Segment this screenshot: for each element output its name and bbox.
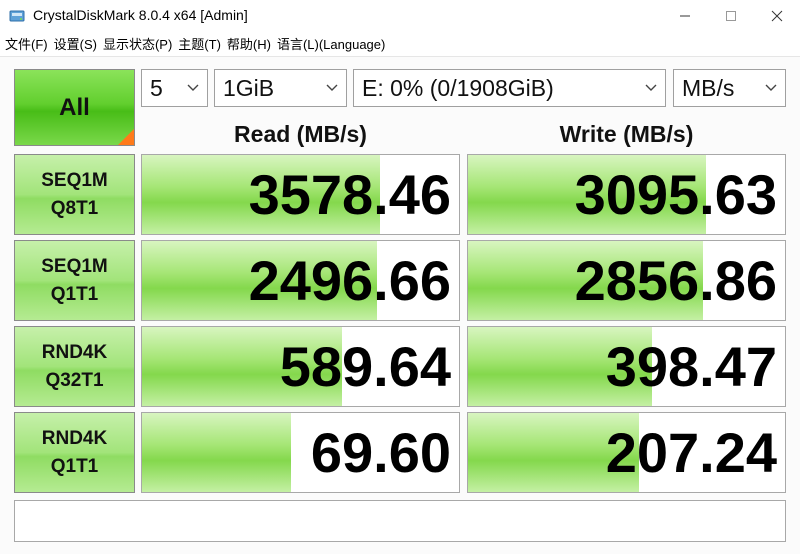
test-params: Q8T1 — [50, 197, 99, 219]
window-title: CrystalDiskMark 8.0.4 x64 [Admin] — [33, 7, 248, 23]
read-value: 3578.46 — [248, 163, 451, 226]
maximize-icon — [726, 10, 736, 21]
seq1m-q8t1-button[interactable]: SEQ1M Q8T1 — [14, 154, 135, 235]
test-name: RND4K — [41, 427, 108, 449]
unit-value: MB/s — [682, 74, 735, 101]
test-size-select[interactable]: 1GiB — [214, 69, 347, 107]
rnd4k-q32t1-button[interactable]: RND4K Q32T1 — [14, 326, 135, 407]
write-value: 398.47 — [605, 335, 777, 398]
read-value: 589.64 — [279, 335, 451, 398]
read-result: 2496.66 — [141, 240, 460, 321]
drive-value: E: 0% (0/1908GiB) — [362, 74, 554, 101]
comment-field[interactable] — [14, 500, 786, 542]
write-value: 3095.63 — [574, 163, 777, 226]
close-icon — [771, 10, 783, 21]
close-button[interactable] — [754, 0, 800, 31]
test-name: SEQ1M — [41, 255, 108, 277]
read-result: 3578.46 — [141, 154, 460, 235]
unit-select[interactable]: MB/s — [673, 69, 786, 107]
minimize-button[interactable] — [662, 0, 708, 31]
test-params: Q1T1 — [50, 455, 99, 477]
menu-settings[interactable]: 设置(S) — [54, 34, 97, 53]
all-button[interactable]: All — [14, 69, 135, 146]
read-value: 69.60 — [310, 421, 451, 484]
chevron-down-icon — [187, 84, 199, 91]
read-result: 69.60 — [141, 412, 460, 493]
test-name: SEQ1M — [41, 169, 108, 191]
drive-select[interactable]: E: 0% (0/1908GiB) — [353, 69, 666, 107]
all-button-label: All — [59, 93, 90, 121]
test-params: Q1T1 — [50, 283, 99, 305]
menu-theme[interactable]: 主题(T) — [178, 34, 221, 53]
write-value: 2856.86 — [574, 249, 777, 312]
main-panel: All 5 1GiB E: 0% (0/1908GiB) MB/s Read (… — [0, 56, 800, 554]
rnd4k-q1t1-button[interactable]: RND4K Q1T1 — [14, 412, 135, 493]
menu-language[interactable]: 语言(L)(Language) — [277, 34, 385, 53]
title-bar: CrystalDiskMark 8.0.4 x64 [Admin] — [0, 0, 800, 31]
minimize-icon — [680, 15, 690, 16]
chevron-down-icon — [765, 84, 777, 91]
test-params: Q32T1 — [45, 369, 104, 391]
menu-help[interactable]: 帮助(H) — [227, 34, 271, 53]
read-level-bar — [142, 413, 291, 492]
read-header: Read (MB/s) — [234, 121, 367, 147]
chevron-down-icon — [645, 84, 657, 91]
write-result: 3095.63 — [467, 154, 786, 235]
write-value: 207.24 — [605, 421, 777, 484]
chevron-down-icon — [326, 84, 338, 91]
write-result: 398.47 — [467, 326, 786, 407]
menu-bar: 文件(F) 设置(S) 显示状态(P) 主题(T) 帮助(H) 语言(L)(La… — [0, 31, 800, 55]
test-count-select[interactable]: 5 — [141, 69, 208, 107]
test-name: RND4K — [41, 341, 108, 363]
write-result: 207.24 — [467, 412, 786, 493]
read-result: 589.64 — [141, 326, 460, 407]
write-header: Write (MB/s) — [559, 121, 694, 147]
test-size-value: 1GiB — [223, 74, 275, 101]
write-result: 2856.86 — [467, 240, 786, 321]
menu-file[interactable]: 文件(F) — [5, 34, 48, 53]
maximize-button[interactable] — [708, 0, 754, 31]
crystaldiskmark-icon — [9, 10, 25, 22]
menu-profile[interactable]: 显示状态(P) — [103, 34, 172, 53]
corner-marker — [118, 129, 134, 145]
seq1m-q1t1-button[interactable]: SEQ1M Q1T1 — [14, 240, 135, 321]
read-value: 2496.66 — [248, 249, 451, 312]
test-count-value: 5 — [150, 74, 163, 101]
